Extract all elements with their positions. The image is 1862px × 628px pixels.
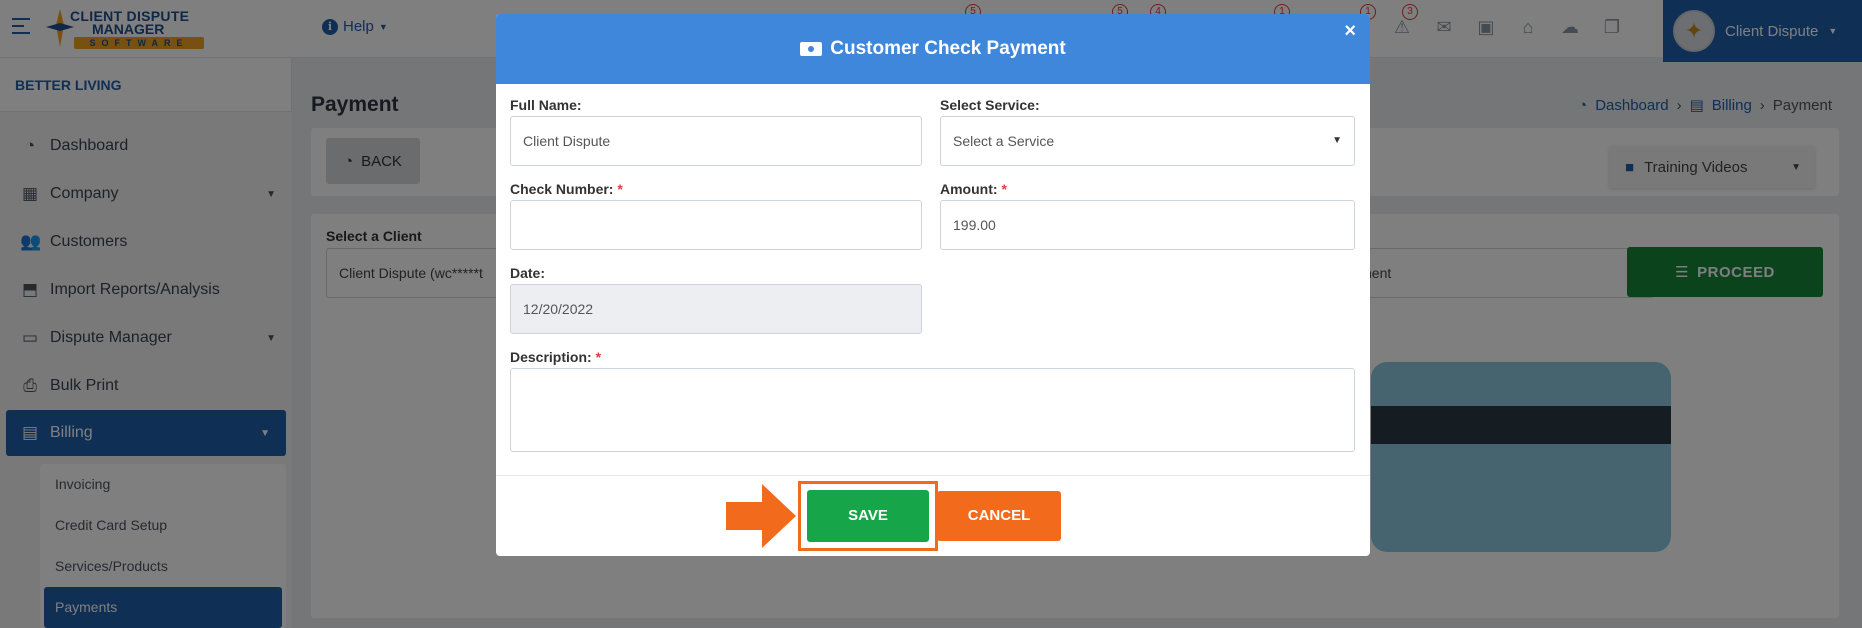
required-mark: * [1001, 181, 1007, 197]
amount-input[interactable]: 199.00 [940, 200, 1355, 250]
date-input[interactable]: 12/20/2022 [510, 284, 922, 334]
full-name-label: Full Name: [510, 97, 582, 113]
date-label: Date: [510, 265, 546, 281]
cancel-button[interactable]: CANCEL [937, 491, 1061, 541]
required-mark: * [617, 181, 623, 197]
full-name-input[interactable]: Client Dispute [510, 116, 922, 166]
money-bill-icon [800, 42, 823, 56]
modal-body: Full Name: Client Dispute Select Service… [496, 84, 1370, 476]
modal-header: Customer Check Payment × [496, 14, 1370, 84]
check-number-input[interactable] [510, 200, 922, 250]
chevron-down-icon: ▼ [1332, 135, 1342, 146]
select-service-dropdown[interactable]: Select a Service ▼ [940, 116, 1355, 166]
check-payment-modal: Customer Check Payment × Full Name: Clie… [496, 14, 1370, 556]
save-button[interactable]: SAVE [807, 490, 929, 542]
modal-title: Customer Check Payment [830, 38, 1066, 59]
check-number-label: Check Number: * [510, 181, 623, 197]
required-mark: * [595, 349, 602, 365]
save-highlight: SAVE [798, 481, 938, 551]
description-label: Description: * [510, 349, 602, 365]
modal-footer: SAVE CANCEL [496, 476, 1370, 556]
amount-label: Amount: * [940, 181, 1007, 197]
pointer-arrow-icon [726, 484, 796, 548]
select-service-value: Select a Service [953, 133, 1055, 149]
close-icon[interactable]: × [1344, 20, 1356, 43]
description-textarea[interactable] [510, 368, 1355, 452]
select-service-label: Select Service: [940, 97, 1040, 113]
